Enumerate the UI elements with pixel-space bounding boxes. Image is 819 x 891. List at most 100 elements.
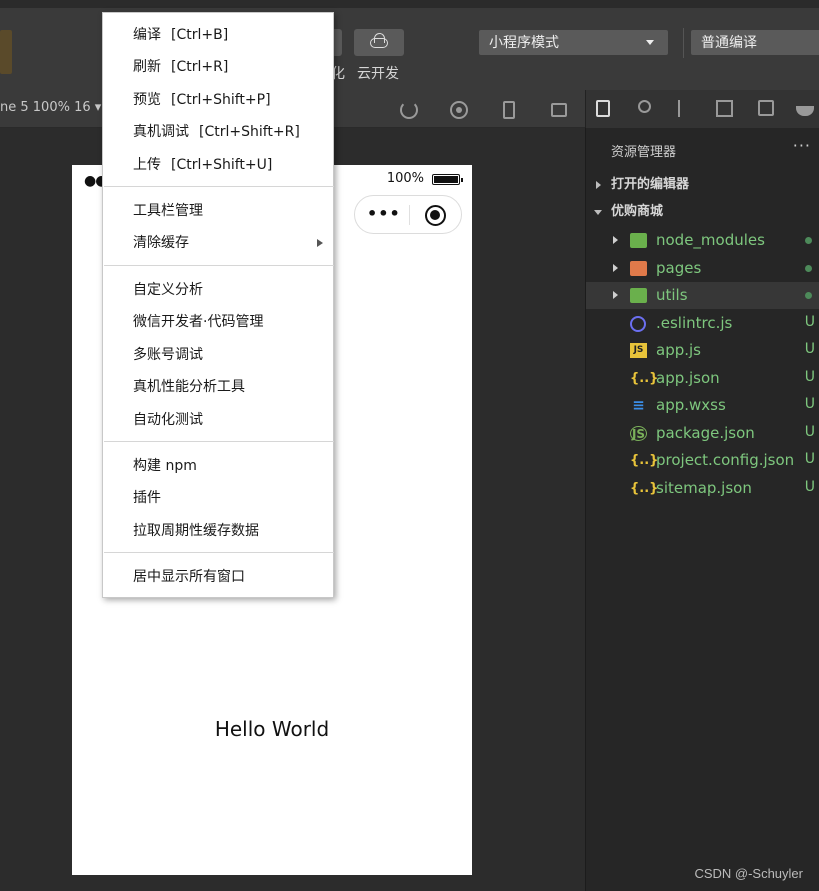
menu-item-label: 上传 <box>133 157 161 173</box>
menu-item-upload[interactable]: 上传 [Ctrl+Shift+U] <box>103 150 333 180</box>
cloud-icon <box>370 32 388 48</box>
menu-item-multi-account[interactable]: 多账号调试 <box>103 340 333 370</box>
cloud-button[interactable] <box>354 29 404 56</box>
file-row-pages[interactable]: pages <box>586 255 819 282</box>
menu-item-clear-cache[interactable]: 清除缓存 <box>103 228 333 258</box>
menu-item-shortcut: [Ctrl+Shift+U] <box>171 157 273 173</box>
file-row-eslintrc[interactable]: .eslintrc.js U <box>586 310 819 337</box>
modified-dot <box>805 265 812 272</box>
battery-icon <box>432 174 463 185</box>
menu-item-label: 编译 <box>133 27 161 43</box>
menu-item-label: 居中显示所有窗口 <box>133 569 245 585</box>
menu-divider <box>104 186 334 187</box>
file-row-utils[interactable]: utils <box>586 282 819 309</box>
folder-green-icon <box>630 233 647 248</box>
file-name: utils <box>656 286 688 304</box>
menu-item-shortcut: [Ctrl+R] <box>171 59 229 75</box>
save-icon[interactable] <box>758 100 774 116</box>
extensions-icon[interactable] <box>716 100 733 117</box>
close-target-icon[interactable] <box>425 205 446 226</box>
file-name: app.wxss <box>656 396 726 414</box>
hello-text: Hello World <box>214 717 330 741</box>
menu-item-shortcut: [Ctrl+B] <box>171 27 229 43</box>
menu-item-label: 自定义分析 <box>133 282 203 298</box>
compile-select[interactable]: 普通编译 <box>691 30 819 55</box>
menu-item-custom-analysis[interactable]: 自定义分析 <box>103 275 333 305</box>
menu-item-label: 微信开发者·代码管理 <box>133 314 264 330</box>
section-label: 打开的编辑器 <box>611 177 690 192</box>
file-row-package-json[interactable]: JS package.json U <box>586 420 819 447</box>
file-row-app-wxss[interactable]: ≡ app.wxss U <box>586 392 819 419</box>
chevron-right-icon <box>613 236 618 244</box>
menu-item-fetch-cache[interactable]: 拉取周期性缓存数据 <box>103 516 333 546</box>
chevron-down-icon <box>594 210 602 215</box>
file-row-sitemap-json[interactable]: {..} sitemap.json U <box>586 475 819 502</box>
chevron-right-icon <box>613 264 618 272</box>
menu-item-label: 真机调试 <box>133 124 189 140</box>
more-icon[interactable]: ··· <box>793 136 811 155</box>
mode-select[interactable]: 小程序模式 <box>479 30 668 55</box>
menu-item-preview[interactable]: 预览 [Ctrl+Shift+P] <box>103 85 333 115</box>
docker-icon[interactable] <box>796 106 814 116</box>
capsule-divider <box>409 205 410 225</box>
explorer-activity-bar <box>585 90 819 128</box>
chevron-right-icon <box>596 181 601 189</box>
menu-item-code-management[interactable]: 微信开发者·代码管理 <box>103 307 333 337</box>
file-row-app-json[interactable]: {..} app.json U <box>586 365 819 392</box>
mini-program-capsule: ••• <box>354 195 462 234</box>
menu-divider <box>104 265 334 266</box>
section-label: 优购商城 <box>611 204 664 219</box>
git-status: U <box>804 369 815 385</box>
file-row-node-modules[interactable]: node_modules <box>586 227 819 254</box>
battery-text: 100% <box>386 171 424 186</box>
avatar[interactable] <box>0 30 12 74</box>
menu-item-label: 插件 <box>133 490 161 506</box>
menu-item-plugins[interactable]: 插件 <box>103 483 333 513</box>
menu-item-compile[interactable]: 编译 [Ctrl+B] <box>103 20 333 50</box>
file-name: .eslintrc.js <box>656 314 733 332</box>
git-status: U <box>804 424 815 440</box>
phone-icon[interactable] <box>503 101 515 119</box>
git-status: U <box>804 396 815 412</box>
open-editors-section[interactable]: 打开的编辑器 <box>586 173 819 197</box>
menu-item-shortcut: [Ctrl+Shift+P] <box>171 92 271 108</box>
menu-item-label: 刷新 <box>133 59 161 75</box>
menu-item-remote-debug[interactable]: 真机调试 [Ctrl+Shift+R] <box>103 117 333 147</box>
cloud-label: 云开发 <box>357 66 399 82</box>
folder-green-icon <box>630 288 647 303</box>
menu-item-refresh[interactable]: 刷新 [Ctrl+R] <box>103 52 333 82</box>
menu-item-toolbar-manage[interactable]: 工具栏管理 <box>103 196 333 226</box>
modified-dot <box>805 292 812 299</box>
search-icon[interactable] <box>638 100 651 113</box>
more-icon[interactable]: ••• <box>367 204 401 223</box>
menu-item-center-windows[interactable]: 居中显示所有窗口 <box>103 562 333 592</box>
menu-item-build-npm[interactable]: 构建 npm <box>103 451 333 481</box>
mode-select-value: 小程序模式 <box>489 35 559 51</box>
files-icon[interactable] <box>596 100 610 117</box>
menu-item-label: 自动化测试 <box>133 412 203 428</box>
device-selector[interactable]: ne 5 100% 16 ▾ <box>0 100 101 115</box>
menu-item-auto-test[interactable]: 自动化测试 <box>103 405 333 435</box>
project-section[interactable]: 优购商城 <box>586 200 819 224</box>
menu-item-label: 真机性能分析工具 <box>133 379 245 395</box>
eslint-icon <box>630 316 646 332</box>
menu-divider <box>104 552 334 553</box>
stop-icon[interactable] <box>450 101 468 119</box>
modified-dot <box>805 237 812 244</box>
js-icon: JS <box>630 343 647 358</box>
chevron-right-icon <box>613 291 618 299</box>
menu-item-perf-tool[interactable]: 真机性能分析工具 <box>103 372 333 402</box>
git-status: U <box>804 341 815 357</box>
refresh-icon[interactable] <box>400 101 418 119</box>
file-row-project-config[interactable]: {..} project.config.json U <box>586 447 819 474</box>
source-control-icon[interactable] <box>678 100 682 117</box>
json-icon: {..} <box>630 481 659 496</box>
file-row-app-js[interactable]: JS app.js U <box>586 337 819 364</box>
git-status: U <box>804 451 815 467</box>
chevron-right-icon <box>317 239 323 247</box>
menu-item-label: 多账号调试 <box>133 347 203 363</box>
compile-select-value: 普通编译 <box>701 35 757 51</box>
window-icon[interactable] <box>551 103 567 117</box>
json-icon: {..} <box>630 371 659 386</box>
file-name: pages <box>656 259 702 277</box>
